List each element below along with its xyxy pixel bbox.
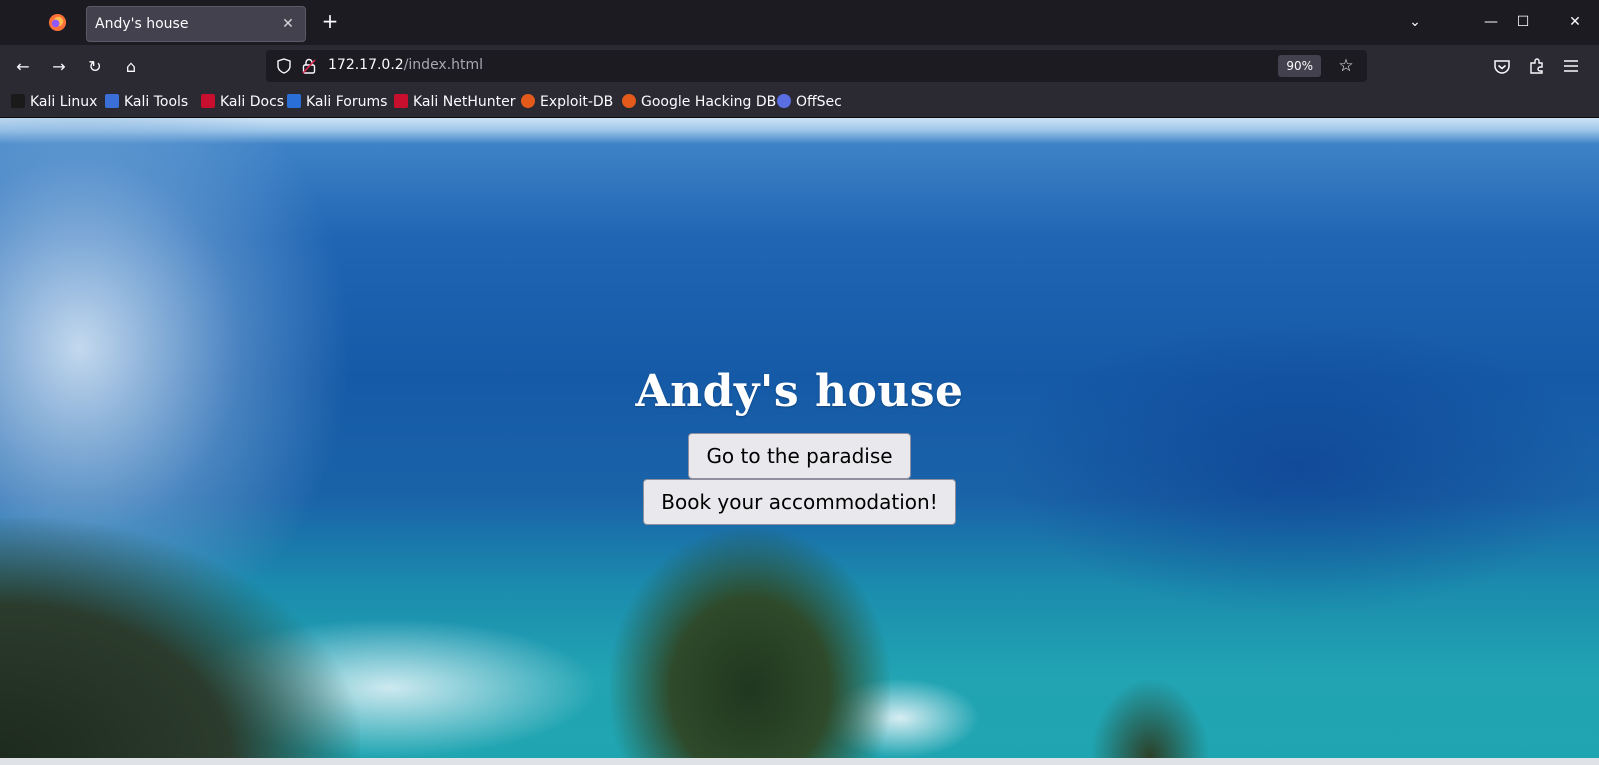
bookmark-google-hacking-db[interactable]: Google Hacking DB — [622, 94, 776, 112]
bookmark-label: Kali Docs — [220, 94, 285, 110]
bookmark-label: Google Hacking DB — [641, 94, 777, 110]
bookmark-label: Kali Tools — [124, 94, 189, 110]
reload-icon[interactable]: ↻ — [81, 53, 109, 81]
go-to-paradise-button[interactable]: Go to the paradise — [688, 433, 911, 479]
zoom-level-badge[interactable]: 90% — [1278, 55, 1321, 77]
bookmark-label: Kali Linux — [30, 94, 98, 110]
kali-docs-icon — [201, 94, 215, 108]
maximize-icon[interactable]: ☐ — [1508, 9, 1538, 35]
home-icon[interactable]: ⌂ — [117, 53, 145, 81]
close-window-icon[interactable]: ✕ — [1560, 9, 1590, 35]
list-all-tabs-icon[interactable]: ⌄ — [1400, 9, 1430, 35]
bookmark-label: Kali NetHunter — [413, 94, 516, 110]
bookmark-label: Exploit-DB — [540, 94, 614, 110]
tab-close-icon[interactable]: ✕ — [277, 13, 299, 35]
firefox-logo-icon[interactable] — [48, 13, 67, 32]
kali-nethunter-icon — [394, 94, 408, 108]
bookmark-label: Kali Forums — [306, 94, 388, 110]
address-bar[interactable]: 172.17.0.2/index.html 90% ☆ — [266, 50, 1367, 82]
page-title: Andy's house — [635, 366, 964, 417]
tree-foreground — [610, 528, 890, 758]
bookmark-kali-linux[interactable]: Kali Linux — [11, 94, 97, 112]
tracking-protection-shield-icon[interactable] — [276, 58, 292, 74]
offsec-icon — [777, 94, 791, 108]
kali-dragon-icon — [11, 94, 25, 108]
extensions-icon[interactable] — [1528, 57, 1546, 75]
shrub-foreground — [1090, 678, 1210, 758]
minimize-icon[interactable]: — — [1476, 9, 1506, 35]
exploit-db-icon — [521, 94, 535, 108]
kali-tools-icon — [105, 94, 119, 108]
bookmark-exploit-db[interactable]: Exploit-DB — [521, 94, 613, 112]
url-host: 172.17.0.2 — [328, 57, 404, 73]
url-text[interactable]: 172.17.0.2/index.html — [328, 57, 483, 73]
back-icon[interactable]: ← — [9, 53, 37, 81]
page-content: Andy's house Go to the paradise Book you… — [0, 118, 1599, 758]
tab-title: Andy's house — [95, 16, 189, 32]
book-accommodation-button[interactable]: Book your accommodation! — [643, 479, 956, 525]
bookmark-kali-docs[interactable]: Kali Docs — [201, 94, 284, 112]
bookmark-kali-forums[interactable]: Kali Forums — [287, 94, 387, 112]
bookmark-kali-nethunter[interactable]: Kali NetHunter — [394, 94, 515, 112]
kali-forums-icon — [287, 94, 301, 108]
bookmark-offsec[interactable]: OffSec — [777, 94, 842, 112]
hero-section: Andy's house Go to the paradise Book you… — [0, 366, 1599, 525]
tab-active[interactable]: Andy's house ✕ — [86, 6, 306, 42]
google-hacking-db-icon — [622, 94, 636, 108]
bookmark-kali-tools[interactable]: Kali Tools — [105, 94, 188, 112]
url-path: /index.html — [403, 57, 484, 73]
forward-icon[interactable]: → — [45, 53, 73, 81]
os-taskbar — [0, 758, 1599, 765]
pocket-icon[interactable] — [1493, 58, 1511, 76]
bookmark-label: OffSec — [796, 94, 842, 110]
menu-icon[interactable] — [1563, 59, 1579, 73]
bookmark-star-icon[interactable]: ☆ — [1335, 55, 1357, 77]
bookmarks-toolbar: Kali Linux Kali Tools Kali Docs Kali For… — [0, 88, 1599, 118]
cliff-vegetation — [0, 518, 360, 758]
navigation-toolbar: ← → ↻ ⌂ 172.17.0.2/index.html 90% ☆ — [0, 45, 1599, 88]
new-tab-button[interactable]: + — [318, 10, 342, 34]
tab-strip: Andy's house ✕ + ⌄ — ☐ ✕ — [0, 0, 1599, 45]
insecure-lock-icon[interactable] — [302, 58, 316, 74]
